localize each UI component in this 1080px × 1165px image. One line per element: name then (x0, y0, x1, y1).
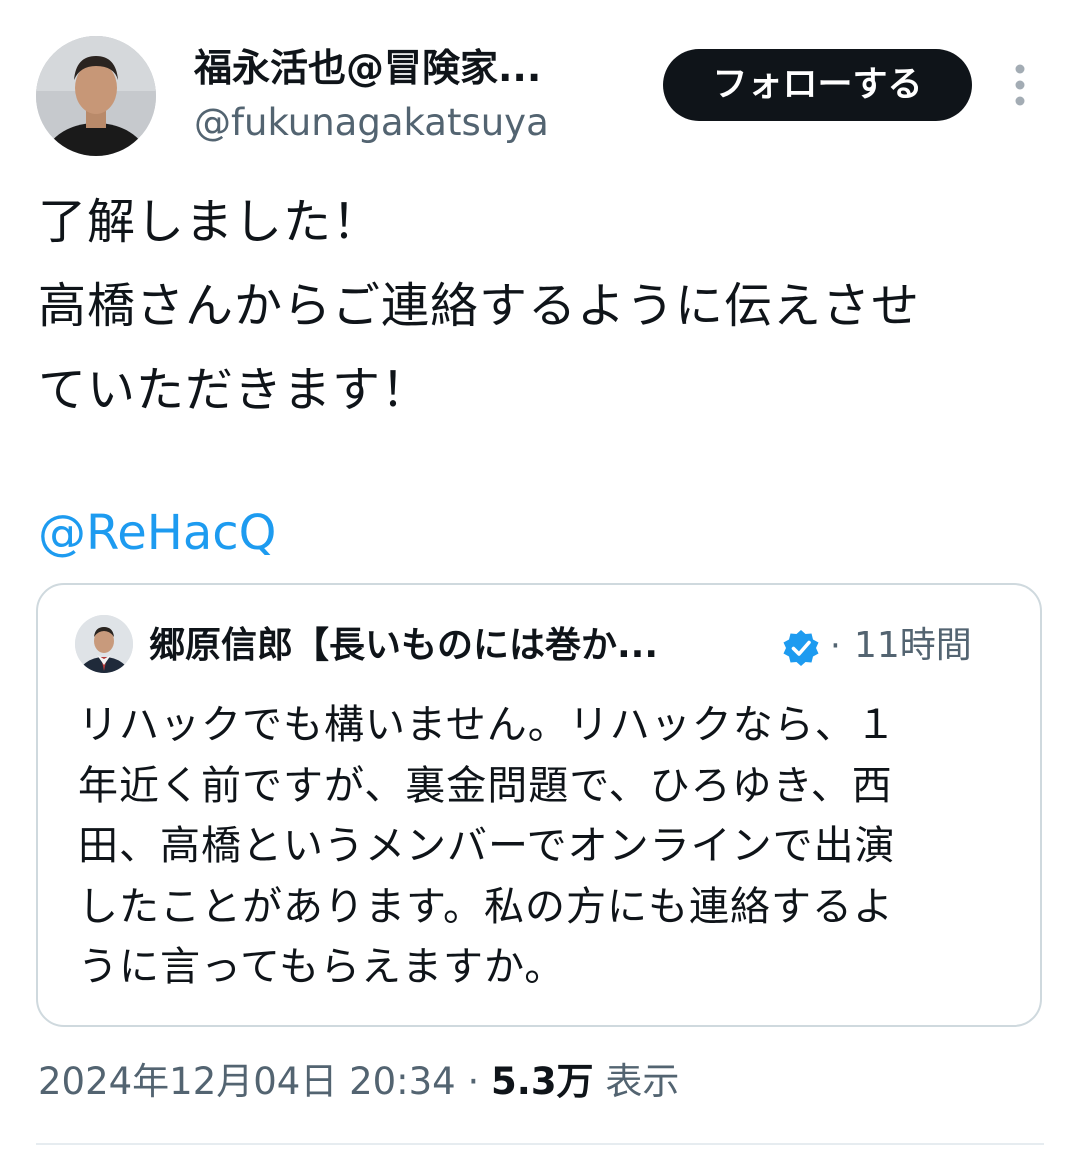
quoted-text-line: 年近く前ですが、裏金問題で、ひろゆき、西 (78, 762, 893, 809)
views-label: 表示 (605, 1060, 680, 1103)
quoted-tweet[interactable]: 郷原信郎【長いものには巻か... · 11時間 リハックでも構いません。リハック… (36, 583, 1042, 1027)
author-display-name[interactable]: 福永活也@冒険家... (194, 40, 614, 96)
tweet-text-line: ていただきます！ (38, 362, 431, 418)
quoted-author-avatar[interactable] (75, 615, 133, 673)
divider (36, 1143, 1044, 1145)
quoted-author-name[interactable]: 郷原信郎【長いものには巻か... (149, 621, 769, 671)
quoted-text: リハックでも構いません。リハックなら、１ 年近く前ですが、裏金問題で、ひろゆき、… (78, 695, 1018, 998)
more-vertical-icon[interactable] (1002, 62, 1038, 108)
tweet-meta: 2024年12月04日 20:34 · 5.3万 表示 (38, 1052, 679, 1112)
tweet-text: 了解しました！ 高橋さんからご連絡するように伝えさせ ていただきます！ (38, 180, 1058, 432)
mention-link[interactable]: @ReHacQ (38, 498, 276, 568)
quoted-separator: · (830, 626, 841, 666)
follow-button[interactable]: フォローする (663, 49, 972, 121)
quoted-text-line: 田、高橋というメンバーでオンラインで出演 (78, 823, 896, 869)
tweet-text-line: 高橋さんからご連絡するように伝えさせ (38, 278, 921, 334)
quoted-text-line: したことがあります。私の方にも連絡するよ (78, 883, 894, 930)
meta-separator: · (467, 1060, 480, 1103)
tweet-datetime[interactable]: 2024年12月04日 20:34 (38, 1060, 456, 1103)
quoted-avatar-image (75, 615, 133, 673)
tweet-text-line: 了解しました！ (38, 194, 382, 250)
quoted-timestamp[interactable]: 11時間 (854, 621, 972, 671)
author-avatar[interactable] (36, 36, 156, 156)
views-count: 5.3万 (491, 1060, 594, 1103)
verified-badge-icon (781, 628, 821, 668)
quoted-text-line: リハックでも構いません。リハックなら、１ (78, 702, 897, 748)
quoted-text-line: うに言ってもらえますか。 (78, 944, 566, 990)
author-avatar-image (36, 36, 156, 156)
author-handle[interactable]: @fukunagakatsuya (194, 98, 549, 148)
